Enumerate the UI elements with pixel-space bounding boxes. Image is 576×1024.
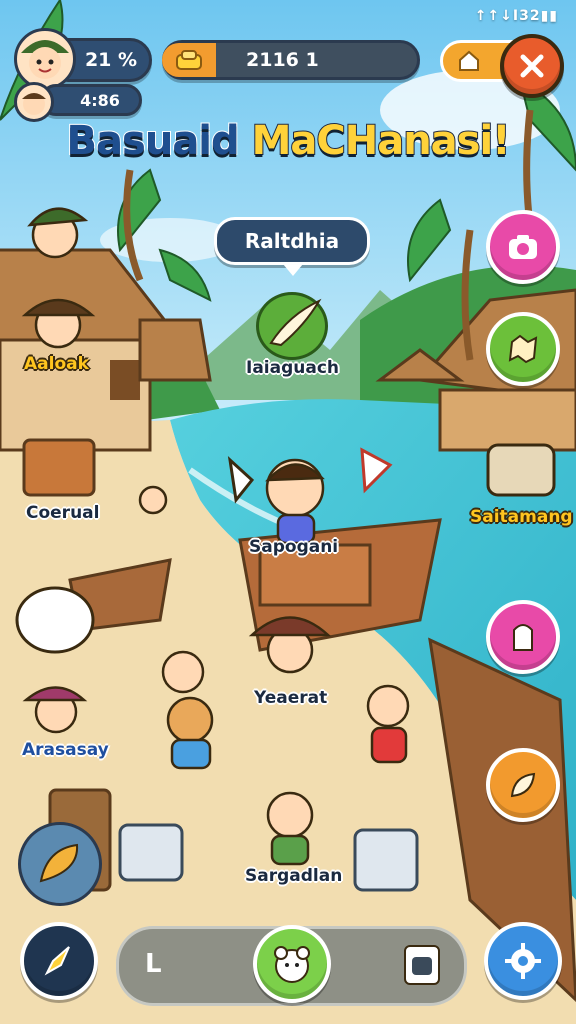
- companion-avatar[interactable]: [14, 82, 54, 122]
- door-icon: [513, 624, 533, 651]
- player-stat-secondary: 4:86: [80, 90, 120, 110]
- label-arasasay[interactable]: Arasasay: [22, 740, 109, 760]
- camera-icon: [509, 235, 537, 259]
- nav-settings-button[interactable]: [484, 922, 562, 1000]
- label-sapogani[interactable]: Sapogani: [249, 537, 338, 557]
- player-secondary-pill[interactable]: 4:86: [40, 84, 142, 116]
- label-aaloak[interactable]: Aaloak: [24, 354, 89, 374]
- close-button[interactable]: [500, 34, 564, 98]
- speech-bubble-text: Raltdhia: [244, 229, 340, 253]
- gear-icon: [505, 943, 541, 979]
- treasure-chest: [22, 438, 96, 497]
- currency-value: 2116 1: [246, 49, 319, 71]
- nav-boost-button[interactable]: [20, 922, 98, 1000]
- player-avatar[interactable]: [14, 28, 76, 90]
- quest-icon-button[interactable]: [256, 292, 328, 360]
- inventory-button[interactable]: [486, 600, 560, 674]
- home-icon: [459, 50, 479, 71]
- cup: [118, 823, 184, 882]
- pet-bear-icon: [274, 946, 310, 983]
- map-icon: [508, 334, 538, 364]
- label-sargadlan[interactable]: Sargadlan: [245, 866, 342, 886]
- coin-icon: [162, 43, 216, 77]
- bag-icon: [412, 957, 432, 975]
- currency-bar[interactable]: 2116 1: [162, 40, 420, 80]
- nav-bag-button[interactable]: [404, 945, 440, 985]
- nav-pet-button[interactable]: [253, 925, 331, 1003]
- character-9: [266, 791, 314, 839]
- title-part-2: MaCHanasi!: [251, 117, 512, 165]
- rocket-icon: [44, 946, 70, 976]
- label-iaiaguach[interactable]: Iaiaguach: [246, 358, 339, 378]
- title-part-1: Basuaid: [66, 117, 252, 165]
- label-saitamang[interactable]: Saitamang: [470, 507, 573, 527]
- character-6: [161, 650, 205, 694]
- map-button[interactable]: [486, 312, 560, 386]
- shell-icon: [39, 843, 79, 883]
- label-coerual[interactable]: Coerual: [26, 503, 99, 523]
- character-7: [366, 684, 410, 728]
- tool-button[interactable]: [18, 822, 102, 906]
- label-yeaerat[interactable]: Yeaerat: [254, 688, 327, 708]
- bucket: [353, 828, 419, 892]
- close-icon: [520, 54, 544, 78]
- status-bar: ↑↑↓I32▮▮: [474, 8, 558, 24]
- speech-bubble[interactable]: Raltdhia: [214, 217, 370, 276]
- camera-button[interactable]: [486, 210, 560, 284]
- character-dog: [166, 696, 214, 744]
- game-title: Basuaid MaCHanasi!: [0, 117, 576, 165]
- character-3: [138, 485, 168, 515]
- nav-left-label[interactable]: L: [145, 949, 162, 979]
- leaf-icon: [510, 772, 536, 798]
- bottom-nav-bar: L: [116, 925, 467, 1006]
- feather-icon: [269, 298, 322, 347]
- companion-face-icon: [22, 93, 46, 115]
- barrel: [486, 443, 556, 497]
- player-face-icon: [21, 40, 69, 79]
- cat-pot: [15, 586, 95, 654]
- craft-button[interactable]: [486, 748, 560, 822]
